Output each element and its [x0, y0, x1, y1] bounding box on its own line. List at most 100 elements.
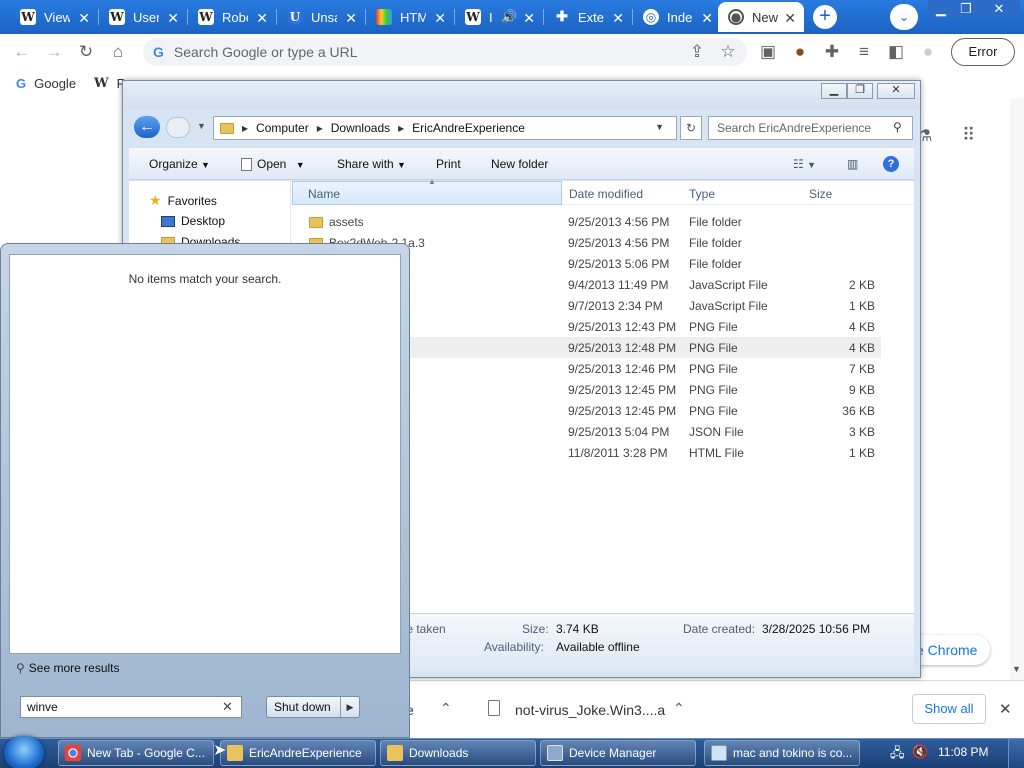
- bookmark-star-icon[interactable]: ☆: [718, 42, 738, 62]
- column-type[interactable]: Type: [689, 187, 715, 201]
- tab-view[interactable]: W View ✕: [10, 2, 98, 32]
- explorer-search-input[interactable]: Search EricAndreExperience: [708, 116, 913, 140]
- address-dropdown-icon[interactable]: ▼: [655, 122, 664, 132]
- nav-favorites[interactable]: ★ Favorites: [149, 192, 217, 209]
- taskbar-item-chrome[interactable]: New Tab - Google C...: [58, 740, 214, 766]
- explorer-minimize-button[interactable]: ▁: [821, 83, 847, 99]
- volume-muted-icon[interactable]: 🔇: [912, 744, 928, 760]
- chevron-down-icon: ▼: [295, 160, 305, 170]
- tab-user[interactable]: W User ✕: [99, 2, 187, 32]
- show-desktop-button[interactable]: [1008, 739, 1024, 768]
- file-icon: [488, 700, 500, 716]
- chevron-up-icon[interactable]: ⌃: [440, 700, 452, 717]
- tab-html[interactable]: HTM ✕: [366, 2, 454, 32]
- back-icon[interactable]: ←: [12, 42, 32, 62]
- start-button[interactable]: [4, 736, 44, 768]
- new-tab-button[interactable]: +: [813, 5, 837, 29]
- nav-desktop[interactable]: Desktop: [161, 214, 225, 228]
- google-apps-icon[interactable]: ⠿: [962, 125, 975, 146]
- maximize-button[interactable]: ❐: [954, 0, 978, 18]
- close-tab-icon[interactable]: ✕: [784, 10, 796, 27]
- media-icon[interactable]: ≡: [854, 42, 874, 62]
- breadcrumb-downloads[interactable]: Downloads: [331, 121, 390, 135]
- column-date[interactable]: Date modified: [569, 187, 643, 201]
- tab-new-tab[interactable]: ● New ✕: [718, 2, 804, 32]
- puzzle-icon[interactable]: ✚: [822, 42, 842, 62]
- chrome-icon: [65, 745, 81, 761]
- reload-icon[interactable]: ↻: [76, 42, 96, 62]
- preview-pane-icon[interactable]: ▥: [847, 157, 858, 171]
- tab-index[interactable]: ◎ Inde ✕: [633, 2, 721, 32]
- column-size[interactable]: Size: [809, 187, 832, 201]
- network-icon[interactable]: 🖧: [890, 744, 905, 766]
- close-tab-icon[interactable]: ✕: [167, 10, 179, 27]
- device-manager-icon: [547, 745, 563, 761]
- back-button[interactable]: ←: [134, 116, 160, 138]
- new-folder-button[interactable]: New folder: [491, 157, 548, 171]
- close-window-button[interactable]: ✕: [978, 0, 1020, 18]
- bookmark-google[interactable]: G Google: [16, 76, 76, 91]
- close-tab-icon[interactable]: ✕: [523, 10, 535, 27]
- page-scrollbar[interactable]: [1010, 98, 1024, 680]
- omnibox[interactable]: G Search Google or type a URL: [143, 38, 747, 66]
- scroll-down-icon[interactable]: ▼: [1012, 664, 1021, 674]
- extension-icon[interactable]: ▣: [758, 42, 778, 62]
- explorer-close-button[interactable]: ✕: [877, 83, 915, 99]
- close-tab-icon[interactable]: ✕: [701, 10, 713, 27]
- column-name[interactable]: Name: [308, 187, 340, 201]
- close-tab-icon[interactable]: ✕: [78, 10, 90, 27]
- close-tab-icon[interactable]: ✕: [256, 10, 268, 27]
- profile-extension-icon[interactable]: ●: [790, 42, 810, 62]
- tab-audio[interactable]: W I 🔊 ✕: [455, 2, 543, 32]
- close-downloads-icon[interactable]: ✕: [999, 700, 1012, 718]
- taskbar-item-device-manager[interactable]: Device Manager: [540, 740, 696, 766]
- start-search-input[interactable]: winve: [20, 696, 242, 718]
- close-tab-icon[interactable]: ✕: [345, 10, 357, 27]
- error-button[interactable]: Error: [951, 38, 1015, 66]
- clear-search-icon[interactable]: ✕: [222, 699, 233, 715]
- organize-button[interactable]: Organize ▼: [149, 157, 210, 171]
- view-options-icon[interactable]: ☷ ▼: [793, 157, 816, 171]
- taskbar-item-explorer[interactable]: EricAndreExperience: [220, 740, 376, 766]
- breadcrumb-current[interactable]: EricAndreExperience: [412, 121, 525, 135]
- wikipedia-icon: W: [465, 9, 481, 25]
- help-icon[interactable]: ?: [883, 156, 899, 172]
- refresh-icon[interactable]: ↻: [680, 116, 702, 140]
- tab-robo[interactable]: WRobo✕: [188, 2, 276, 32]
- share-icon[interactable]: ⇪: [687, 42, 707, 62]
- explorer-maximize-button[interactable]: ❐: [847, 83, 873, 99]
- sort-up-icon: ▲: [428, 177, 436, 186]
- close-tab-icon[interactable]: ✕: [434, 10, 446, 27]
- tab-extensions[interactable]: ✚ Exte ✕: [544, 2, 632, 32]
- clock[interactable]: 11:08 PM: [938, 745, 988, 759]
- tab-unsa[interactable]: UUnsa✕: [277, 2, 365, 32]
- print-button[interactable]: Print: [436, 157, 461, 171]
- forward-icon[interactable]: →: [44, 42, 64, 62]
- open-button[interactable]: Open ▼: [241, 157, 305, 172]
- tab-search-button[interactable]: ⌄: [890, 4, 918, 30]
- shutdown-options-arrow-icon[interactable]: ▶: [340, 697, 359, 717]
- date-created-label: Date created:: [683, 622, 756, 636]
- taskbar-item-notepad[interactable]: mac and tokino is co...: [704, 740, 860, 766]
- desktop-icon: [161, 215, 175, 227]
- minimize-button[interactable]: ▁: [928, 0, 954, 18]
- download-file-name[interactable]: not-virus_Joke.Win3....a: [515, 702, 665, 718]
- avatar-icon[interactable]: ●: [918, 42, 938, 62]
- file-row[interactable]: assets 9/25/2013 4:56 PM File folder: [291, 211, 881, 232]
- forward-button[interactable]: [166, 117, 190, 138]
- home-icon[interactable]: ⌂: [108, 42, 128, 62]
- taskbar-item-downloads[interactable]: Downloads: [380, 740, 536, 766]
- breadcrumb-computer[interactable]: Computer: [256, 121, 309, 135]
- chevron-up-icon[interactable]: ⌃: [673, 700, 685, 717]
- show-all-button[interactable]: Show all: [912, 694, 986, 724]
- address-bar[interactable]: ▸ Computer ▸ Downloads ▸ EricAndreExperi…: [213, 116, 677, 140]
- site-icon: U: [287, 9, 303, 25]
- speaker-icon[interactable]: 🔊: [501, 9, 517, 25]
- close-tab-icon[interactable]: ✕: [612, 10, 624, 27]
- file-icon: [241, 158, 252, 172]
- side-panel-icon[interactable]: ◧: [886, 42, 906, 62]
- see-more-results-link[interactable]: ⚲ See more results: [16, 661, 120, 675]
- wikipedia-icon: W: [20, 9, 36, 25]
- share-with-button[interactable]: Share with ▼: [337, 157, 406, 171]
- recent-pages-icon[interactable]: ▼: [197, 121, 206, 131]
